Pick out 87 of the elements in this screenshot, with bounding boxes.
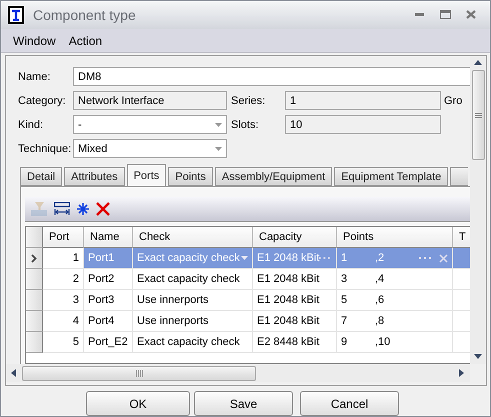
caret-icon[interactable]: [215, 146, 222, 151]
caret-icon[interactable]: [215, 122, 222, 127]
minimize-icon[interactable]: [414, 13, 424, 16]
point-text: 9: [341, 336, 348, 348]
table-cell[interactable]: 9 ,10: [337, 332, 453, 354]
caret-icon[interactable]: [241, 256, 248, 260]
table-cell[interactable]: Use innerports: [133, 290, 253, 312]
column-header[interactable]: T: [453, 227, 470, 248]
table-cell[interactable]: Exact capacity check: [133, 332, 253, 354]
menu-item[interactable]: Action: [62, 34, 110, 48]
table-cell[interactable]: E1 2048 kBit: [253, 290, 337, 312]
table-cell[interactable]: E1 2048 kBit: [253, 269, 337, 290]
scroll-up-icon[interactable]: [474, 59, 482, 68]
window-title: Component type: [33, 6, 137, 23]
table-cell[interactable]: Port2: [84, 269, 133, 290]
vertical-scrollbar[interactable]: [470, 56, 486, 364]
table-cell[interactable]: Exact capacity check: [133, 269, 253, 290]
table-cell[interactable]: 7 ,8: [337, 311, 453, 332]
current-row-icon: [31, 254, 37, 263]
scroll-right-icon[interactable]: [458, 369, 466, 378]
app-icon: [7, 6, 25, 24]
table-cell[interactable]: E1 2048 kBit: [253, 311, 337, 332]
point-text: ,8: [375, 315, 384, 328]
table-cell: 5: [43, 332, 84, 354]
table-cell[interactable]: E2 8448 kBit: [253, 332, 337, 354]
point-text: 1: [341, 252, 348, 264]
tab[interactable]: Ports: [126, 164, 166, 186]
tab[interactable]: Attributes: [64, 167, 125, 186]
point-text: ,4: [375, 273, 384, 286]
columns-icon[interactable]: [54, 202, 70, 216]
ellipsis-icon[interactable]: [419, 256, 433, 260]
point-text: 3: [341, 273, 348, 286]
column-header[interactable]: Port: [43, 227, 84, 248]
maximize-icon[interactable]: [440, 10, 450, 20]
table-cell[interactable]: Port3: [84, 290, 133, 312]
scroll-left-icon[interactable]: [10, 369, 18, 378]
table-cell[interactable]: Use innerports: [133, 311, 253, 332]
scrollbar-thumb[interactable]: [472, 70, 484, 160]
field-label: Series:: [230, 94, 266, 107]
dialog-button[interactable]: OK: [86, 391, 190, 416]
table-cell: 3: [43, 290, 84, 312]
tab[interactable]: [450, 167, 468, 186]
dialog-button[interactable]: Cancel: [300, 391, 399, 416]
table-cell: 1: [43, 248, 84, 270]
table-cell[interactable]: Port4: [84, 311, 133, 332]
scrollbar-thumb[interactable]: [22, 366, 256, 381]
snowflake-icon[interactable]: [77, 203, 89, 216]
name-field[interactable]: DM8: [73, 67, 470, 86]
tab[interactable]: Detail: [20, 167, 62, 186]
clear-icon[interactable]: [439, 254, 448, 263]
table-cell: 4: [43, 311, 84, 332]
horizontal-scrollbar[interactable]: [6, 364, 470, 382]
point-text: 5: [341, 294, 348, 306]
tab[interactable]: Equipment Template: [334, 167, 448, 186]
point-text: ,6: [375, 294, 384, 306]
scroll-down-icon[interactable]: [474, 353, 482, 362]
series-field: 1: [285, 91, 441, 110]
field-label: Technique:: [18, 142, 72, 155]
dialog-button[interactable]: Save: [194, 391, 293, 416]
table-cell[interactable]: Port_E2: [84, 332, 133, 354]
kind-dropdown[interactable]: -: [73, 115, 227, 134]
table-cell: [453, 248, 470, 270]
field-label: Category:: [18, 94, 67, 107]
point-text: 7: [341, 315, 348, 328]
field-label: Name:: [18, 70, 52, 83]
column-header[interactable]: Check: [133, 227, 253, 248]
tab[interactable]: Assembly/Equipment: [214, 167, 332, 186]
field-label: Kind:: [18, 118, 44, 131]
close-icon[interactable]: [466, 10, 476, 20]
ellipsis-icon[interactable]: [319, 256, 332, 260]
column-header[interactable]: Points: [337, 227, 453, 248]
technique-dropdown[interactable]: Mixed: [73, 139, 227, 158]
menu-item[interactable]: Window: [7, 34, 63, 48]
category-field: Network Interface: [73, 91, 227, 110]
row-header[interactable]: [26, 248, 43, 270]
table-cell: 2: [43, 269, 84, 290]
field-label: Slots:: [230, 118, 260, 131]
table-cell[interactable]: 3 ,4: [337, 269, 453, 290]
point-text: ,2: [375, 252, 384, 264]
delete-icon[interactable]: [96, 202, 110, 216]
field-label: Gro: [443, 94, 464, 107]
point-text: ,10: [375, 336, 390, 348]
slots-field: 10: [285, 115, 441, 134]
column-header[interactable]: Capacity: [253, 227, 337, 248]
table-cell[interactable]: 5 ,6: [337, 290, 453, 312]
tab[interactable]: Points: [168, 167, 213, 186]
column-header[interactable]: Name: [84, 227, 133, 248]
